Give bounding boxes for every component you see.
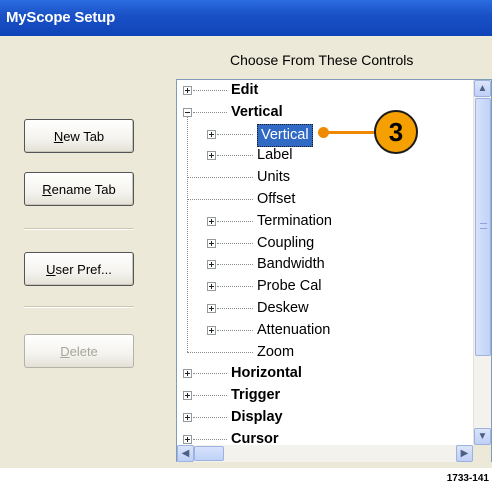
tree-connector: [217, 133, 253, 135]
tree-item-trigger[interactable]: Trigger: [177, 385, 467, 406]
tree-item-label: Bandwidth: [257, 256, 325, 273]
tree-item-label: Vertical: [257, 123, 313, 147]
scroll-up-icon[interactable]: ▲: [474, 80, 491, 97]
tree-connector: [217, 286, 253, 288]
tree-connector: [217, 155, 253, 157]
expand-plus-icon[interactable]: [207, 304, 216, 313]
tree-item-label: Units: [257, 169, 291, 186]
user-pref-accel: U: [46, 261, 56, 277]
window-title: MyScope Setup: [0, 0, 492, 36]
expand-plus-icon[interactable]: [207, 260, 216, 270]
tree-item-probe-cal[interactable]: Probe Cal: [177, 276, 467, 297]
tree-item-horizontal[interactable]: Horizontal: [177, 363, 467, 384]
tree-item-label: Horizontal: [231, 365, 302, 382]
tree-connector: [187, 351, 253, 353]
tree-item-zoom[interactable]: Zoom: [177, 342, 467, 363]
delete-button: Delete: [24, 334, 134, 368]
user-pref-button[interactable]: User Pref...: [24, 252, 134, 286]
new-tab-button[interactable]: New Tab: [24, 119, 134, 153]
scrollbar-corner: [473, 445, 491, 462]
tree-connector: [217, 308, 253, 309]
tree-connector: [193, 90, 227, 91]
tree-item-label: Trigger: [231, 387, 281, 404]
expand-plus-icon[interactable]: [183, 369, 192, 379]
scroll-right-icon[interactable]: ▶: [456, 445, 473, 462]
tree-item-label: Zoom: [257, 343, 295, 360]
panel-heading: Choose From These Controls: [230, 52, 414, 68]
tree-item-label: Coupling: [257, 234, 315, 251]
step-callout: 3: [374, 110, 418, 154]
tree-connector: [217, 242, 253, 244]
tree-connector: [193, 417, 227, 418]
tree-item-label: Label: [257, 147, 293, 164]
tree-item-coupling[interactable]: Coupling: [177, 233, 467, 254]
tree-item-label: Edit: [231, 82, 259, 98]
figure-reference: 1733-141: [446, 473, 489, 484]
tree-item-label: Termination: [257, 212, 332, 229]
vertical-scroll-thumb[interactable]: [475, 98, 491, 356]
tree-item-deskew[interactable]: Deskew: [177, 298, 467, 319]
tree-item-offset[interactable]: Offset: [177, 189, 467, 210]
expand-plus-icon[interactable]: [207, 129, 216, 139]
tree-item-label: Vertical: [231, 103, 283, 120]
tree-item-edit[interactable]: Edit: [177, 80, 467, 101]
expand-plus-icon[interactable]: [183, 391, 192, 401]
tree-item-attenuation[interactable]: Attenuation: [177, 320, 467, 341]
tree-item-label: Offset: [257, 191, 296, 207]
tree-connector: [187, 199, 253, 200]
tree-item-bandwidth[interactable]: Bandwidth: [177, 254, 467, 275]
tree-item-label: Display: [231, 409, 283, 425]
tree-connector: [193, 373, 227, 375]
tree-item-display[interactable]: Display: [177, 407, 467, 428]
tree-item-label: Probe Cal: [257, 278, 322, 295]
new-tab-accel: N: [53, 128, 64, 144]
rename-tab-accel: R: [42, 181, 52, 197]
callout-leader-line: [324, 131, 380, 134]
separator: [24, 228, 134, 230]
scroll-left-icon[interactable]: ◀: [177, 445, 194, 462]
myscope-setup-window: MyScope Setup Choose From These Controls…: [0, 0, 492, 468]
expand-plus-icon[interactable]: [207, 282, 216, 292]
callout-leader-dot: [318, 127, 329, 138]
new-tab-label: ew Tab: [63, 128, 105, 144]
tree-connector: [217, 264, 253, 266]
horizontal-scroll-thumb[interactable]: [194, 446, 224, 461]
expand-plus-icon[interactable]: [183, 434, 192, 444]
expand-plus-icon[interactable]: [207, 151, 216, 161]
separator: [24, 306, 134, 308]
tree-connector: [217, 329, 253, 331]
delete-accel: D: [60, 343, 70, 359]
tree-connector: [193, 438, 227, 440]
tree-connector: [187, 177, 253, 179]
controls-tree[interactable]: Edit Vertical Vertical Label Units Offset Term…: [176, 79, 492, 462]
vertical-scrollbar[interactable]: ▲ ▼: [473, 80, 491, 445]
expand-plus-icon[interactable]: [183, 413, 192, 422]
scroll-down-icon[interactable]: ▼: [474, 428, 491, 445]
collapse-minus-icon[interactable]: [183, 107, 192, 117]
tree-item-termination[interactable]: Termination: [177, 211, 467, 232]
expand-plus-icon[interactable]: [207, 325, 216, 335]
user-pref-label: ser Pref...: [55, 261, 112, 277]
rename-tab-label: ename Tab: [51, 181, 116, 197]
rename-tab-button[interactable]: Rename Tab: [24, 172, 134, 206]
expand-plus-icon[interactable]: [183, 86, 192, 95]
tree-connector: [193, 395, 227, 397]
tree-item-units[interactable]: Units: [177, 167, 467, 188]
delete-label: elete: [69, 343, 98, 359]
horizontal-scrollbar[interactable]: ◀ ▶: [177, 445, 473, 462]
tree-item-label: Deskew: [257, 300, 309, 316]
tree-item-label: Attenuation: [257, 321, 331, 338]
expand-plus-icon[interactable]: [207, 238, 216, 248]
tree-connector: [217, 220, 253, 222]
tree-connector: [193, 111, 227, 113]
expand-plus-icon[interactable]: [207, 216, 216, 226]
tree-item-vertical[interactable]: Vertical: [177, 102, 467, 123]
tree-item-label[interactable]: Label: [177, 145, 467, 166]
